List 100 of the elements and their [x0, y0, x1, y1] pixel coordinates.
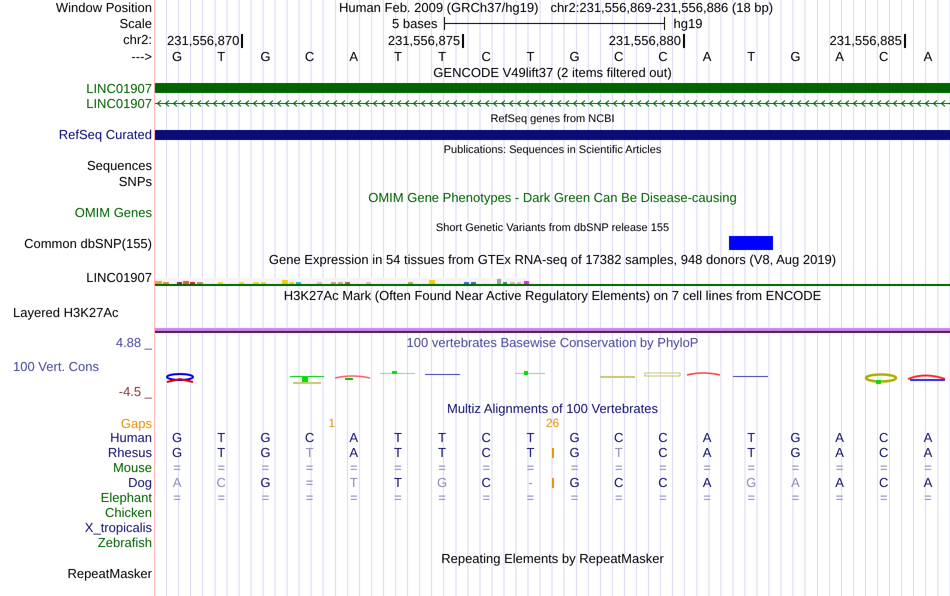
- aligned-base: =: [216, 491, 226, 504]
- track-label[interactable]: SNPs: [118, 174, 152, 188]
- track-label[interactable]: LINC01907: [86, 82, 152, 94]
- base-letter: C: [614, 50, 624, 62]
- aligned-base: G: [568, 476, 581, 489]
- aligned-base: =: [304, 491, 314, 504]
- track-label[interactable]: --->: [131, 50, 152, 62]
- aligned-base: A: [348, 431, 360, 444]
- track-label[interactable]: 100 Vert. Cons: [0, 360, 154, 373]
- species-label[interactable]: Zebrafish: [98, 536, 152, 549]
- ruler-tick: 231,556,875: [388, 34, 464, 48]
- track-label[interactable]: LINC01907: [86, 97, 152, 110]
- aligned-base: =: [834, 491, 844, 504]
- ruler-tick: 231,556,880: [608, 34, 685, 48]
- track-label[interactable]: Layered H3K27Ac: [13, 306, 119, 318]
- aligned-base: -: [527, 476, 534, 489]
- base-letter: T: [747, 50, 756, 62]
- species-label[interactable]: Mouse: [112, 461, 152, 474]
- species-label[interactable]: Dog: [128, 476, 152, 489]
- aligned-base: T: [437, 431, 448, 444]
- aligned-base: C: [657, 431, 669, 444]
- position-text: chr2:231,556,869-231,556,886 (18 bp): [550, 1, 774, 14]
- track-label[interactable]: Sequences: [86, 159, 152, 172]
- aligned-base: =: [790, 491, 800, 504]
- aligned-base: T: [525, 431, 536, 444]
- scale-text: 5 bases: [392, 16, 438, 30]
- aligned-base: =: [260, 461, 270, 474]
- aligned-base: A: [348, 446, 360, 459]
- base-letter: C: [658, 50, 668, 62]
- species-label[interactable]: Human: [110, 431, 152, 444]
- aligned-base: =: [570, 461, 580, 474]
- aligned-base: T: [216, 446, 226, 459]
- aligned-base: G: [171, 431, 184, 444]
- aligned-base: C: [657, 446, 669, 459]
- gene-bar[interactable]: [155, 130, 950, 140]
- aligned-base: T: [392, 446, 403, 459]
- track-title: Publications: Sequences in Scientific Articles: [444, 144, 662, 156]
- aligned-base: =: [702, 491, 712, 504]
- aligned-base: T: [216, 431, 226, 444]
- aligned-base: =: [790, 461, 800, 474]
- aligned-base: T: [746, 431, 756, 444]
- aligned-base: C: [613, 476, 624, 489]
- track-title: Repeating Elements by RepeatMasker: [441, 552, 664, 564]
- species-label[interactable]: Rhesus: [108, 446, 152, 459]
- aligned-base: G: [789, 446, 802, 459]
- track-label[interactable]: Scale: [119, 16, 152, 30]
- ruler-tick: 231,556,870: [167, 34, 244, 48]
- base-letter: T: [394, 50, 402, 62]
- aligned-base: T: [304, 446, 315, 459]
- axis-max-label[interactable]: 4.88 _: [116, 336, 152, 348]
- aligned-base: =: [526, 491, 536, 504]
- track-label[interactable]: LINC01907: [86, 270, 152, 284]
- base-letter: C: [304, 50, 314, 62]
- track-title: H3K27Ac Mark (Often Found Near Active Regulatory Elements) on 7 cell lines from ENCODE: [284, 288, 822, 302]
- aligned-base: C: [878, 446, 890, 459]
- aligned-base: C: [657, 476, 669, 489]
- aligned-base: =: [923, 461, 933, 474]
- track-label[interactable]: RefSeq Curated: [58, 128, 152, 141]
- aligned-base: G: [259, 446, 272, 459]
- aligned-base: T: [525, 446, 536, 459]
- aligned-base: =: [702, 461, 712, 474]
- aligned-base: G: [789, 431, 802, 444]
- aligned-base: =: [658, 491, 668, 504]
- base-letter: T: [526, 50, 534, 62]
- aligned-base: C: [480, 476, 492, 489]
- track-label[interactable]: Window Position: [56, 1, 152, 14]
- ruler-tick: 231,556,885: [830, 34, 906, 48]
- aligned-base: T: [348, 476, 359, 489]
- aligned-base: A: [702, 446, 712, 459]
- base-letter: A: [835, 50, 844, 62]
- species-label[interactable]: Elephant: [100, 491, 152, 504]
- aligned-base: G: [171, 446, 184, 459]
- species-label[interactable]: X_tropicalis: [84, 521, 152, 534]
- aligned-base: A: [834, 446, 845, 459]
- aligned-base: =: [923, 491, 933, 504]
- species-label[interactable]: Chicken: [105, 506, 152, 519]
- aligned-base: =: [481, 491, 492, 504]
- base-letter: A: [349, 50, 358, 62]
- aligned-base: =: [304, 461, 314, 474]
- track-title: 100 vertebrates Basewise Conservation by PhyloP: [406, 336, 698, 348]
- aligned-base: C: [304, 431, 316, 444]
- gap-count: 1: [328, 417, 335, 429]
- track-label[interactable]: chr2:: [123, 33, 152, 46]
- track-title: Short Genetic Variants from dbSNP release 155: [436, 222, 670, 234]
- track-label[interactable]: RepeatMasker: [67, 567, 152, 580]
- aligned-base: =: [348, 461, 359, 474]
- track-label[interactable]: Common dbSNP(155): [24, 237, 152, 250]
- axis-min-label: -4.5 _: [118, 385, 154, 398]
- aligned-base: T: [614, 446, 624, 459]
- aligned-base: =: [526, 461, 536, 474]
- aligned-base: =: [437, 461, 447, 474]
- aligned-base: A: [922, 431, 934, 444]
- base-letter: G: [570, 50, 580, 62]
- track-label[interactable]: OMIM Genes: [74, 206, 152, 219]
- base-letter: G: [260, 50, 270, 62]
- aligned-base: G: [568, 446, 581, 459]
- aligned-base: T: [746, 446, 756, 459]
- track-title: Multiz Alignments of 100 Vertebrates: [446, 402, 658, 415]
- aligned-base: A: [922, 476, 934, 489]
- variant-block[interactable]: [729, 236, 774, 250]
